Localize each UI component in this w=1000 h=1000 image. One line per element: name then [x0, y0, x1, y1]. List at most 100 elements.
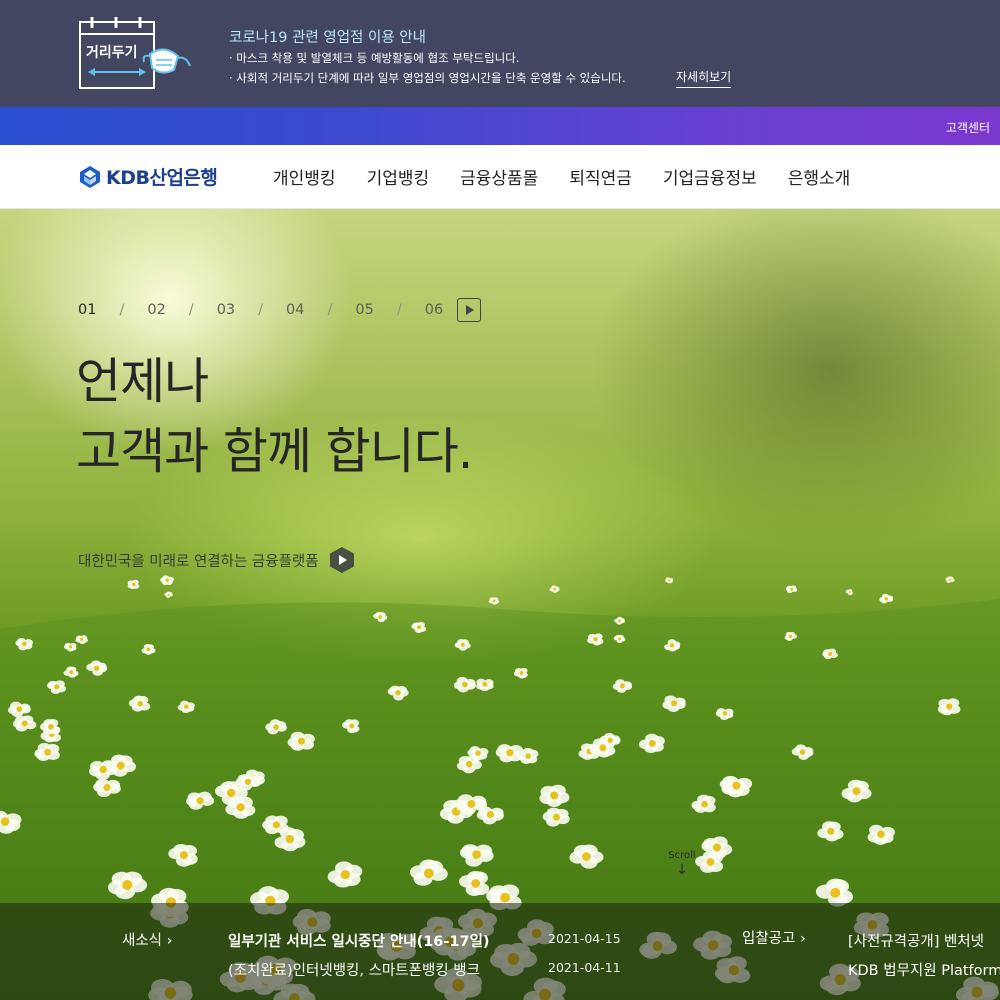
- hero-subline-text: 대한민국을 미래로 연결하는 금융플랫폼: [78, 553, 319, 570]
- flower-blossom: [721, 775, 753, 798]
- notice-line-hours: · 사회적 거리두기 단계에 따라 일부 영업점의 영업시간을 단축 운영할 수…: [229, 71, 626, 85]
- hero-banner: 01 / 02 / 03 / 04 / 05 / 06 언제나 고객과 함께 합…: [0, 209, 1000, 1000]
- flower-blossom: [63, 666, 79, 678]
- hero-play-icon[interactable]: [329, 546, 355, 574]
- flower-blossom: [127, 579, 140, 590]
- news-section-link[interactable]: 새소식 ›: [122, 929, 172, 950]
- bid-label: 입찰공고: [742, 931, 796, 947]
- flower-blossom: [513, 667, 528, 679]
- flower-blossom: [63, 642, 77, 652]
- chevron-right-icon: ›: [795, 931, 806, 947]
- top-utility-bar: 고객센터: [0, 107, 1000, 145]
- brand-logo[interactable]: KDB산업은행: [78, 163, 218, 190]
- flower-blossom: [39, 719, 60, 735]
- flower-blossom: [476, 678, 494, 692]
- flower-blossom: [662, 695, 686, 712]
- slide-indicator-2[interactable]: 02: [147, 302, 165, 318]
- flower-blossom: [715, 708, 734, 720]
- bid-section-link[interactable]: 입찰공고 ›: [742, 927, 806, 948]
- slide-separator: /: [119, 302, 125, 318]
- menu-corporate-banking[interactable]: 기업뱅킹: [367, 164, 430, 189]
- flower-blossom: [454, 639, 471, 651]
- news-item-1[interactable]: 일부기관 서비스 일시중단 안내(16-17일): [228, 930, 490, 951]
- flower-blossom: [937, 698, 961, 716]
- flower-blossom: [186, 791, 215, 810]
- main-menu: 개인뱅킹 기업뱅킹 금융상품몰 퇴직연금 기업금융정보 은행소개: [273, 164, 881, 189]
- flower-blossom: [614, 616, 625, 625]
- notice-more-link[interactable]: 자세히보기: [676, 68, 732, 88]
- slide-indicator-3[interactable]: 03: [217, 302, 235, 318]
- flower-blossom: [495, 744, 524, 763]
- bid-item-2[interactable]: KDB 법무지원 Platform: [848, 959, 1000, 980]
- covid-notice-bar: 거리두기 코로나19 관련 영업점 이용 안내 · 마스크 착용 및 발열체크 …: [0, 0, 1000, 107]
- flower-blossom: [12, 715, 37, 732]
- slide-play-button[interactable]: [457, 298, 482, 322]
- flower-blossom: [613, 634, 626, 644]
- menu-corporate-finance-info[interactable]: 기업금융정보: [663, 164, 757, 189]
- flower-blossom: [47, 680, 67, 695]
- flower-blossom: [542, 807, 570, 827]
- flower-blossom: [411, 621, 427, 633]
- flower-blossom: [791, 744, 814, 760]
- flower-blossom: [0, 810, 22, 834]
- slide-separator: /: [188, 302, 194, 318]
- flower-blossom: [539, 784, 570, 807]
- menu-retirement-pension[interactable]: 퇴직연금: [569, 164, 632, 189]
- flower-blossom: [459, 844, 494, 867]
- flower-blossom: [75, 635, 89, 645]
- brand-name: KDB산업은행: [106, 167, 218, 189]
- menu-financial-products[interactable]: 금융상품몰: [460, 164, 538, 189]
- flower-blossom: [867, 824, 895, 845]
- slide-indicator-4[interactable]: 04: [286, 302, 304, 318]
- flower-field-image: [0, 575, 999, 1000]
- flower-blossom: [817, 821, 844, 842]
- slide-indicator-6[interactable]: 06: [425, 302, 443, 318]
- flower-blossom: [107, 871, 148, 900]
- hero-subline: 대한민국을 미래로 연결하는 금융플랫폼: [78, 546, 355, 574]
- flower-blossom: [86, 660, 108, 676]
- flower-blossom: [387, 685, 409, 701]
- notice-line-mask: · 마스크 착용 및 발열체크 등 예방활동에 협조 부탁드립니다.: [229, 51, 520, 65]
- flower-blossom: [664, 639, 681, 652]
- news-item-2-date: 2021-04-11: [548, 960, 621, 975]
- flower-blossom: [177, 700, 195, 714]
- flower-blossom: [89, 760, 118, 781]
- flower-blossom: [665, 577, 674, 584]
- flower-blossom: [373, 611, 388, 623]
- news-label: 새소식: [122, 933, 163, 949]
- bid-item-1[interactable]: [사전규격공개] 벤처넷: [848, 930, 984, 951]
- flower-blossom: [34, 742, 60, 762]
- customer-center-link[interactable]: 고객센터: [946, 119, 990, 136]
- notice-title: 코로나19 관련 영업점 이용 안내: [229, 30, 426, 46]
- flower-blossom: [265, 719, 287, 735]
- news-item-2[interactable]: (조치완료)인터넷뱅킹, 스마트폰뱅킹 뱅크: [228, 959, 480, 980]
- main-navigation: KDB산업은행 개인뱅킹 기업뱅킹 금융상품몰 퇴직연금 기업금융정보 은행소개: [0, 145, 1000, 209]
- flower-blossom: [409, 859, 448, 886]
- scroll-indicator[interactable]: Scroll ↓: [664, 850, 700, 878]
- hero-headline-line-1: 언제나: [76, 353, 209, 410]
- flower-blossom: [164, 591, 173, 598]
- slide-separator: /: [327, 302, 333, 318]
- flower-blossom: [287, 731, 315, 751]
- flower-blossom: [612, 679, 633, 693]
- flower-blossom: [458, 870, 490, 897]
- flower-blossom: [845, 589, 853, 595]
- menu-personal-banking[interactable]: 개인뱅킹: [273, 164, 336, 189]
- slide-indicator-5[interactable]: 05: [355, 302, 373, 318]
- flower-blossom: [879, 593, 894, 604]
- slide-separator: /: [396, 302, 402, 318]
- scroll-label: Scroll: [668, 850, 696, 861]
- flower-blossom: [160, 575, 175, 586]
- flower-blossom: [945, 576, 955, 583]
- slide-pagination: 01 / 02 / 03 / 04 / 05 / 06: [78, 298, 482, 322]
- flower-blossom: [784, 631, 797, 641]
- flower-blossom: [141, 643, 156, 655]
- flower-blossom: [785, 585, 798, 594]
- slide-separator: /: [258, 302, 264, 318]
- notice-icon-label: 거리두기: [86, 45, 138, 61]
- news-item-1-date: 2021-04-15: [548, 931, 621, 946]
- flower-blossom: [822, 648, 838, 660]
- menu-about-bank[interactable]: 은행소개: [788, 164, 851, 189]
- flower-blossom: [841, 779, 872, 803]
- slide-indicator-1[interactable]: 01: [78, 302, 96, 318]
